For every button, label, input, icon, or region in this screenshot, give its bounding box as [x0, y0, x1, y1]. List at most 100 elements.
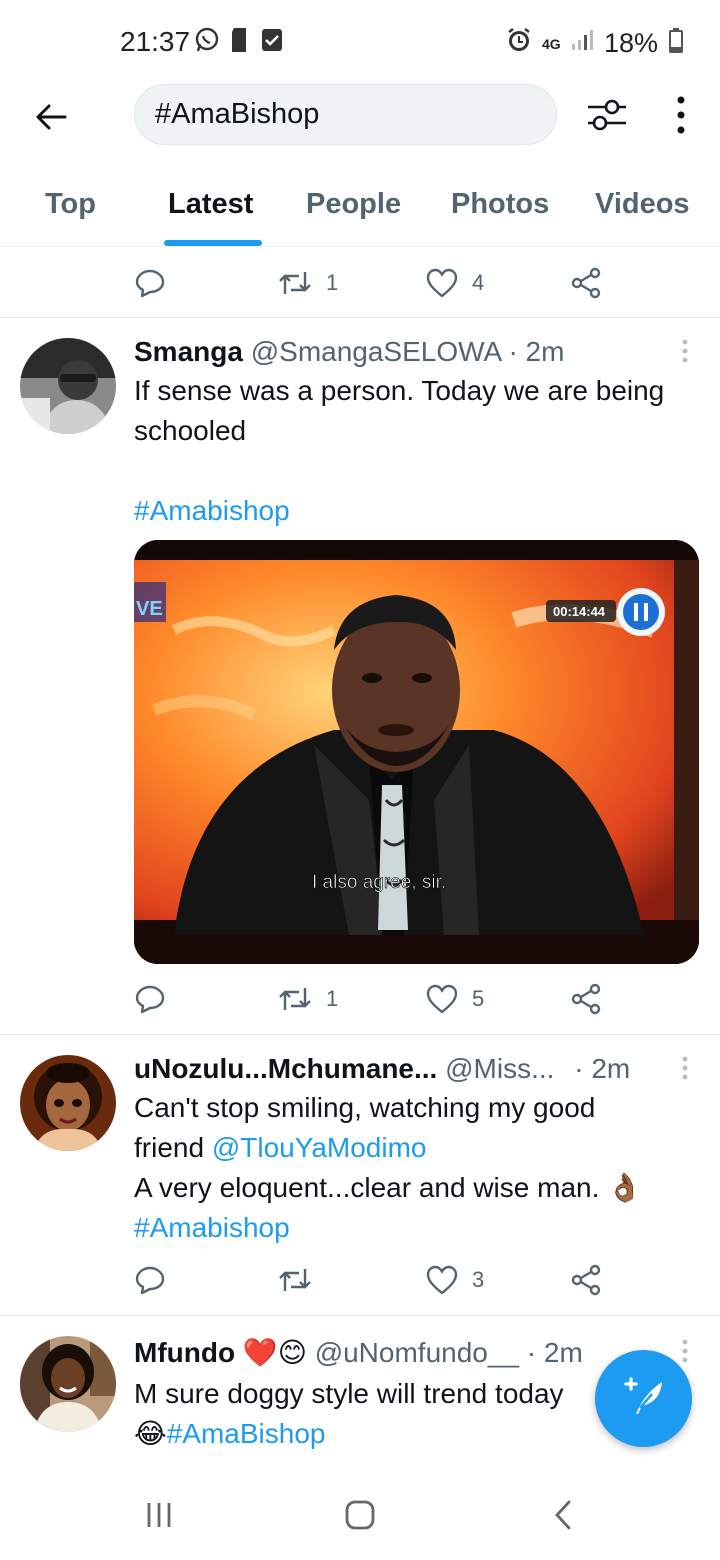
- chevron-left-icon: [551, 1499, 575, 1536]
- battery-icon: [668, 26, 684, 61]
- more-vertical-icon: [680, 1056, 690, 1085]
- display-name[interactable]: uNozulu...Mchumane...: [134, 1053, 437, 1084]
- user-handle[interactable]: @uNomfundo__: [315, 1337, 519, 1368]
- reply-icon: [134, 1264, 166, 1296]
- recent-apps-icon: [144, 1500, 174, 1535]
- nav-back-button[interactable]: [538, 1495, 588, 1539]
- share-icon: [570, 267, 602, 299]
- divider: [0, 1315, 720, 1316]
- retweet-count: 1: [326, 986, 339, 1011]
- avatar[interactable]: [20, 338, 116, 434]
- tab-top[interactable]: Top: [45, 188, 96, 221]
- tweet-more-button[interactable]: [680, 338, 690, 364]
- hashtag-link[interactable]: #AmaBishop: [167, 1418, 326, 1449]
- more-vertical-icon: [664, 96, 698, 142]
- like-button[interactable]: 4: [426, 263, 484, 303]
- back-button[interactable]: [26, 94, 76, 144]
- tweet-time: · 2m: [526, 1337, 583, 1368]
- search-box[interactable]: [134, 84, 557, 145]
- status-bar: 21:37 4G 18%: [0, 0, 720, 84]
- like-count: 3: [472, 1267, 485, 1292]
- emoji: 😂: [134, 1418, 167, 1449]
- tweet-more-button[interactable]: [680, 1338, 690, 1364]
- share-icon: [570, 983, 602, 1015]
- alarm-icon: [506, 26, 532, 61]
- compose-tweet-button[interactable]: [595, 1350, 692, 1447]
- sd-card-icon: [230, 26, 250, 59]
- back-arrow-icon: [35, 103, 67, 136]
- tweet-actions: 1 4: [134, 263, 614, 303]
- search-header: [0, 84, 720, 170]
- reply-button[interactable]: [134, 263, 166, 303]
- like-count: 4: [472, 270, 485, 295]
- battery-level: 18%: [603, 28, 658, 58]
- tweet-text: Can't stop smiling, watching my good fri…: [134, 1088, 704, 1248]
- tweet-text: If sense was a person. Today we are bein…: [134, 371, 704, 531]
- tweet-header: Mfundo ❤️😊 @uNomfundo__ · 2m: [134, 1336, 583, 1369]
- hashtag-link[interactable]: #Amabishop: [134, 491, 704, 531]
- tweet-time: · 2m: [574, 1053, 631, 1084]
- video-subtitle: I also agree, sir.: [312, 872, 446, 893]
- tweet-actions: 1 5: [134, 979, 614, 1019]
- like-button[interactable]: 3: [426, 1260, 484, 1300]
- share-button[interactable]: [570, 979, 602, 1019]
- like-button[interactable]: 5: [426, 979, 484, 1019]
- checkbox-notification-icon: [260, 26, 284, 59]
- reply-icon: [134, 983, 166, 1015]
- more-options-button[interactable]: [664, 92, 698, 138]
- tweet-header: Smanga @SmangaSELOWA · 2m: [134, 336, 564, 368]
- tab-videos[interactable]: Videos: [595, 188, 690, 221]
- retweet-button[interactable]: 1: [278, 979, 338, 1019]
- share-icon: [570, 1264, 602, 1296]
- compose-feather-icon: [620, 1372, 668, 1425]
- tab-latest[interactable]: Latest: [168, 188, 253, 221]
- retweet-count: 1: [326, 270, 339, 295]
- share-button[interactable]: [570, 263, 602, 303]
- tweet-more-button[interactable]: [680, 1055, 690, 1081]
- heart-icon: [426, 984, 458, 1014]
- system-navigation-bar: [0, 1475, 720, 1560]
- recent-apps-button[interactable]: [134, 1495, 184, 1539]
- home-button[interactable]: [335, 1495, 385, 1539]
- tab-photos[interactable]: Photos: [451, 188, 549, 221]
- more-vertical-icon: [680, 339, 690, 368]
- display-name[interactable]: Smanga: [134, 336, 243, 367]
- retweet-button[interactable]: [278, 1260, 326, 1300]
- reply-icon: [134, 267, 166, 299]
- tweet-time: · 2m: [508, 336, 565, 367]
- signal-icon: [570, 28, 594, 59]
- reply-button[interactable]: [134, 1260, 166, 1300]
- divider: [0, 1034, 720, 1035]
- more-vertical-icon: [680, 1339, 690, 1368]
- whatsapp-icon: [194, 26, 220, 59]
- home-icon: [344, 1499, 376, 1536]
- search-tabs: Top Latest People Photos Videos: [0, 170, 720, 247]
- like-count: 5: [472, 986, 485, 1011]
- status-right-group: 4G 18%: [506, 26, 684, 61]
- avatar[interactable]: [20, 1055, 116, 1151]
- retweet-button[interactable]: 1: [278, 263, 338, 303]
- retweet-icon: [278, 1265, 312, 1295]
- user-handle[interactable]: @Miss...: [445, 1053, 554, 1084]
- user-handle[interactable]: @SmangaSELOWA: [251, 336, 501, 367]
- network-type: 4G: [541, 35, 561, 52]
- tweet-media-photo[interactable]: VE 00:14:44 I also agree, sir.: [134, 540, 699, 964]
- status-time: 21:37: [120, 26, 191, 57]
- avatar[interactable]: [20, 1336, 116, 1432]
- divider: [0, 317, 720, 318]
- share-button[interactable]: [570, 1260, 602, 1300]
- filter-button[interactable]: [584, 92, 630, 138]
- retweet-icon: [278, 268, 312, 298]
- heart-icon: [426, 1265, 458, 1295]
- retweet-icon: [278, 984, 312, 1014]
- display-name[interactable]: Mfundo ❤️😊: [134, 1337, 307, 1368]
- channel-logo: VE: [136, 598, 163, 620]
- tab-people[interactable]: People: [306, 188, 401, 221]
- hashtag-link[interactable]: #Amabishop: [134, 1208, 704, 1248]
- tweet-actions: 3: [134, 1260, 614, 1300]
- search-input[interactable]: [155, 85, 535, 144]
- reply-button[interactable]: [134, 979, 166, 1019]
- filter-sliders-icon: [584, 99, 630, 142]
- mention-link[interactable]: @TlouYaModimo: [212, 1132, 427, 1163]
- heart-icon: [426, 268, 458, 298]
